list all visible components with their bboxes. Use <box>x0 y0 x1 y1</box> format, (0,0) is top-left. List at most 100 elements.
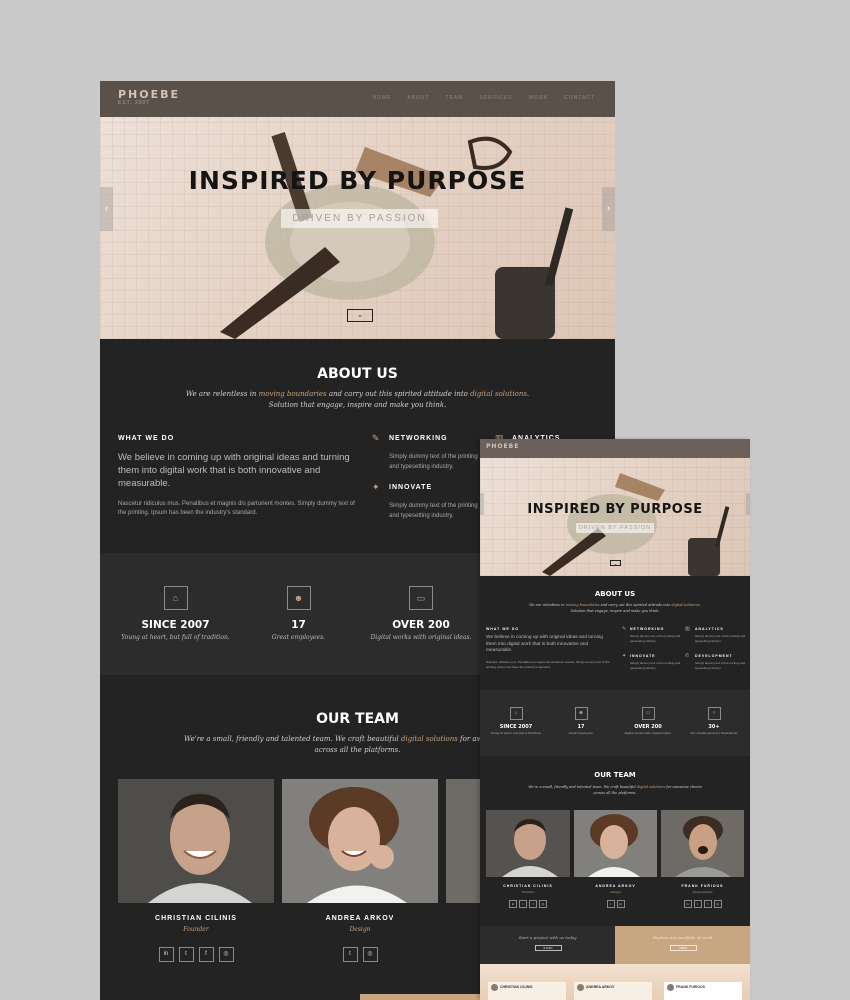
stat-value: 17 <box>577 724 585 730</box>
cta-text: Explore our portfolio of work <box>652 935 713 940</box>
pencil-icon: ✎ <box>372 433 380 443</box>
about-lead-accent: digital solutions <box>470 390 527 398</box>
hero-subtitle: DRIVEN BY PASSION <box>576 523 654 533</box>
top-nav: PHOEBE EST. 2007 HOME ABOUT TEAM SERVICE… <box>100 81 615 117</box>
facebook-icon[interactable]: f <box>529 900 537 908</box>
nav-link-contact[interactable]: CONTACT <box>564 95 595 101</box>
what-we-do-detail: Nascetur ridiculus mus. Penatibus et mag… <box>118 501 355 516</box>
member-photo-frank <box>661 810 744 877</box>
feature-innovate-text: Simply dummy text of the printing and ty… <box>630 661 681 670</box>
brand-tagline: EST. 2007 <box>118 100 151 106</box>
phone-icon: ✆ <box>685 653 690 659</box>
pencil-icon: ✎ <box>622 626 627 632</box>
nav-link-work[interactable]: WORK <box>529 95 549 101</box>
slider-prev-button[interactable]: ‹ <box>480 493 484 515</box>
about-lead-text: . <box>699 603 701 607</box>
stat-caption: Digital works with original ideas. <box>624 731 672 735</box>
cta-portfolio: Explore our portfolio of work VIEW <box>615 926 750 964</box>
person-illustration <box>675 816 731 877</box>
wand-icon: ✦ <box>622 653 627 659</box>
member-role: Development <box>692 890 713 894</box>
hero-photo <box>542 473 730 576</box>
twitter-icon[interactable]: t <box>178 947 194 962</box>
about-lead-line2: Solution that engage, inspire and make y… <box>570 609 660 613</box>
start-button[interactable]: START <box>534 945 562 951</box>
team-lead: We're a small, friendly and talented tea… <box>480 785 750 789</box>
view-button[interactable]: VIEW <box>669 945 697 951</box>
hero-subtitle: DRIVEN BY PASSION <box>281 209 438 228</box>
chart-icon: ▥ <box>685 626 690 632</box>
brand-logo[interactable]: PHOEBE <box>486 443 519 450</box>
testimonial-card: ANDREA ARKOV <box>574 982 652 1000</box>
stat-value: OVER 200 <box>392 619 450 631</box>
linkedin-icon[interactable]: in <box>683 900 692 908</box>
linkedin-icon[interactable]: in <box>158 947 174 962</box>
twitter-icon[interactable]: t <box>519 900 527 908</box>
about-lead-accent: digital solutions <box>671 603 700 607</box>
stat-caption: Great employees. <box>568 731 594 735</box>
twitter-icon[interactable]: t <box>693 900 702 908</box>
nav-link-team[interactable]: TEAM <box>446 95 464 101</box>
avatar <box>491 984 498 991</box>
cta-text: Start a project with us today <box>518 935 577 940</box>
scroll-down-button[interactable]: ⌄ <box>347 309 373 322</box>
facebook-icon[interactable]: f <box>198 947 214 962</box>
stat-value: OVER 200 <box>634 724 662 730</box>
feature-innovate-title: INNOVATE <box>389 484 433 491</box>
member-role: Founder <box>183 926 209 933</box>
testimonial-card: FRANK FURIOUS <box>664 982 742 1000</box>
github-icon[interactable]: ◎ <box>616 900 625 908</box>
what-we-do-heading: WHAT WE DO <box>118 435 175 442</box>
testimonial-name: CHRISTIAN CILINIS <box>500 985 533 989</box>
stat-since: ⌂ SINCE 2007 Young at heart, but full of… <box>485 707 547 735</box>
scroll-down-button[interactable]: ⌄ <box>610 560 621 566</box>
github-icon[interactable]: ◎ <box>539 900 547 908</box>
nav-link-home[interactable]: HOME <box>372 95 391 101</box>
twitter-icon[interactable]: t <box>342 947 358 962</box>
member-photo-christian <box>118 779 274 903</box>
stat-since: ⌂ SINCE 2007 Young at heart, but full of… <box>118 586 233 641</box>
about-lead: We are relentless in moving boundaries a… <box>100 390 615 398</box>
facebook-icon[interactable]: f <box>703 900 712 908</box>
about-lead-text: We are relentless in <box>185 390 259 398</box>
stat-value: 17 <box>291 619 306 631</box>
slider-prev-button[interactable]: ‹ <box>100 187 113 231</box>
twitter-icon[interactable]: t <box>606 900 615 908</box>
feature-development-text: Simply dummy text of the printing and ty… <box>695 661 746 670</box>
feature-networking-title: NETWORKING <box>630 627 665 631</box>
member-role: Design <box>610 890 621 894</box>
person-illustration <box>282 779 438 903</box>
wand-icon: ✦ <box>372 482 380 492</box>
member-photo-christian <box>486 810 570 877</box>
nav-links: HOME ABOUT TEAM SERVICES WORK CONTACT <box>372 95 595 101</box>
nav-link-about[interactable]: ABOUT <box>407 95 429 101</box>
stat-works: ▭ OVER 200 Digital works with original i… <box>362 586 480 641</box>
slider-next-button[interactable]: › <box>746 493 750 515</box>
github-icon[interactable]: ◎ <box>218 947 234 962</box>
hero-slider: INSPIRED BY PURPOSE DRIVEN BY PASSION ‹ … <box>480 458 750 576</box>
gift-icon: ⌂ <box>163 586 188 610</box>
feature-networking-title: NETWORKING <box>389 435 448 442</box>
top-nav: PHOEBE <box>480 439 750 458</box>
testimonial-strip: CHRISTIAN CILINIS ANDREA ARKOV FRANK FUR… <box>480 964 750 1000</box>
feature-networking-text: Simply dummy text of the printing and ty… <box>630 634 681 643</box>
people-icon: ☻ <box>286 586 311 610</box>
laptop-icon: ▭ <box>641 707 655 720</box>
team-section: OUR TEAM We're a small, friendly and tal… <box>480 756 750 926</box>
avatar <box>667 984 674 991</box>
feature-development-title: DEVELOPMENT <box>695 654 733 658</box>
github-icon[interactable]: ◎ <box>362 947 378 962</box>
linkedin-icon[interactable]: in <box>509 900 517 908</box>
team-lead-text: We're a small, friendly and talented tea… <box>528 785 637 789</box>
github-icon[interactable]: ◎ <box>713 900 722 908</box>
cta-start-project: Start a project with us today START <box>480 926 615 964</box>
about-lead-text: and carry out this spirited attitude int… <box>326 390 471 398</box>
what-we-do-heading: WHAT WE DO <box>486 627 520 631</box>
member-socials: t ◎ <box>574 900 657 908</box>
member-socials: in t f ◎ <box>118 947 274 962</box>
trophy-icon: ♆ <box>707 707 721 720</box>
about-title: ABOUT US <box>594 590 636 598</box>
slider-next-button[interactable]: › <box>602 187 615 231</box>
nav-link-services[interactable]: SERVICES <box>479 95 512 101</box>
member-role: Design <box>349 926 371 933</box>
